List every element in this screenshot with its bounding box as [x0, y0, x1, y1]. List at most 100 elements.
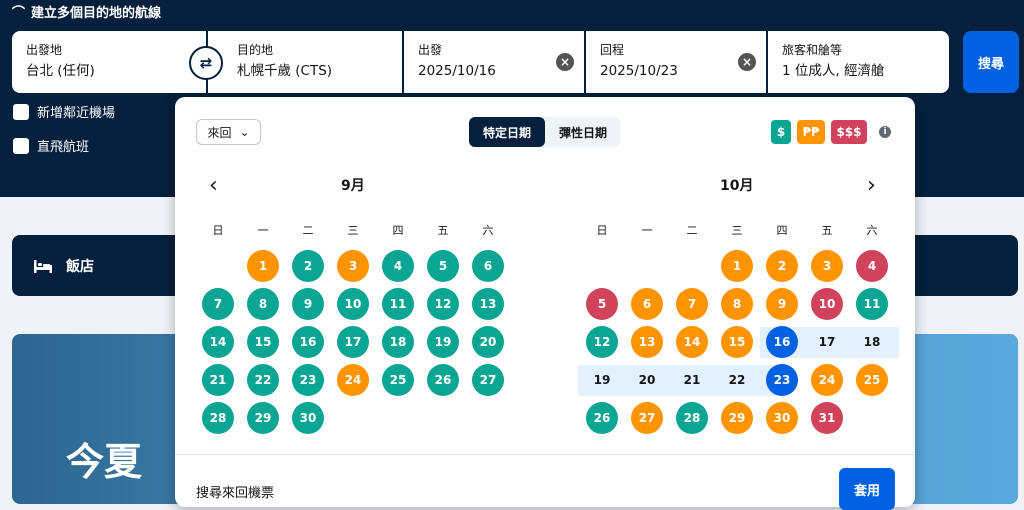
date-picker-dropdown: 來回 ⌄ 特定日期 彈性日期 $ ₱₱ $$$ i ‹ › 9月 10月 日 一 二…: [175, 97, 915, 510]
search-round-trip-text: 搜尋來回機票: [196, 486, 275, 501]
calendar-day[interactable]: 15: [247, 326, 279, 358]
calendar-day[interactable]: 31: [811, 402, 843, 434]
calendar-day[interactable]: 8: [247, 288, 279, 320]
calendar-day[interactable]: 27: [472, 364, 504, 396]
calendar-day[interactable]: 19: [427, 326, 459, 358]
clear-depart-icon[interactable]: ×: [556, 53, 574, 71]
calendar-day[interactable]: 14: [202, 326, 234, 358]
calendar-day[interactable]: 7: [202, 288, 234, 320]
month-title-right: 10月: [720, 178, 754, 194]
travellers-field[interactable]: 旅客和艙等 1 位成人, 經濟艙: [768, 31, 949, 93]
calendar-day[interactable]: 2: [292, 250, 324, 282]
calendar-day[interactable]: 21: [676, 364, 708, 396]
calendar-day[interactable]: 7: [676, 288, 708, 320]
calendar-day[interactable]: 11: [856, 288, 888, 320]
calendar-day[interactable]: 23: [766, 364, 798, 396]
calendar-day[interactable]: 26: [427, 364, 459, 396]
weekday-label: 一: [257, 224, 269, 237]
destination-field[interactable]: 目的地 札幌千歲 (CTS): [208, 31, 402, 93]
calendar-day[interactable]: 13: [472, 288, 504, 320]
calendar-day[interactable]: 3: [811, 250, 843, 282]
calendar-day[interactable]: 4: [856, 250, 888, 282]
calendar-day[interactable]: 10: [337, 288, 369, 320]
prev-month-icon[interactable]: ‹: [209, 175, 218, 197]
travellers-value: 1 位成人, 經濟艙: [782, 63, 885, 79]
calendar-day[interactable]: 25: [856, 364, 888, 396]
weekday-label: 日: [596, 224, 608, 237]
calendar-day[interactable]: 20: [631, 364, 663, 396]
calendar-day[interactable]: 17: [337, 326, 369, 358]
calendar-day[interactable]: 21: [202, 364, 234, 396]
calendar-day[interactable]: 28: [202, 402, 234, 434]
calendar-day[interactable]: 1: [721, 250, 753, 282]
calendar-day[interactable]: 10: [811, 288, 843, 320]
destination-label: 目的地: [237, 43, 274, 57]
calendar-day[interactable]: 16: [292, 326, 324, 358]
calendar-day[interactable]: 29: [247, 402, 279, 434]
calendar-day[interactable]: 1: [247, 250, 279, 282]
calendar-day[interactable]: 30: [292, 402, 324, 434]
calendar-day[interactable]: 30: [766, 402, 798, 434]
info-icon[interactable]: i: [879, 126, 891, 138]
calendar-day[interactable]: 23: [292, 364, 324, 396]
calendar-day[interactable]: 4: [382, 250, 414, 282]
calendar-day[interactable]: 6: [631, 288, 663, 320]
calendar-day[interactable]: 24: [337, 364, 369, 396]
trip-type-value: 來回: [207, 125, 232, 140]
trip-type-select[interactable]: 來回 ⌄: [196, 119, 261, 145]
calendar-day[interactable]: 24: [811, 364, 843, 396]
calendar-day[interactable]: 28: [676, 402, 708, 434]
calendar-day[interactable]: 12: [586, 326, 618, 358]
next-month-icon[interactable]: ›: [867, 175, 876, 197]
nearby-airports-checkbox[interactable]: 新增鄰近機場: [13, 102, 115, 121]
calendar-day[interactable]: 11: [382, 288, 414, 320]
return-field[interactable]: 回程 2025/10/23 ×: [586, 31, 766, 93]
calendar-day[interactable]: 29: [721, 402, 753, 434]
chevron-down-icon: ⌄: [239, 125, 250, 139]
calendar-day[interactable]: 2: [766, 250, 798, 282]
checkbox-box[interactable]: [13, 103, 29, 120]
calendar-day[interactable]: 18: [382, 326, 414, 358]
nearby-airports-label: 新增鄰近機場: [37, 106, 116, 121]
tab-flexible-dates[interactable]: 彈性日期: [545, 117, 621, 147]
banner-heading: 今夏: [66, 440, 143, 484]
direct-flights-checkbox[interactable]: 直飛航班: [13, 136, 89, 155]
calendar-day[interactable]: 9: [292, 288, 324, 320]
calendar-day[interactable]: 6: [472, 250, 504, 282]
weekday-label: 三: [731, 224, 743, 237]
clear-return-icon[interactable]: ×: [738, 53, 756, 71]
calendar-day[interactable]: 19: [586, 364, 618, 396]
depart-value: 2025/10/16: [418, 63, 496, 79]
calendar-day[interactable]: 18: [856, 326, 888, 358]
calendar-day[interactable]: 5: [427, 250, 459, 282]
calendar-day[interactable]: 5: [586, 288, 618, 320]
calendar-day[interactable]: 14: [676, 326, 708, 358]
calendar-day[interactable]: 12: [427, 288, 459, 320]
calendar-day[interactable]: 27: [631, 402, 663, 434]
divider: [175, 454, 915, 455]
checkbox-box[interactable]: [13, 137, 29, 154]
calendar-day[interactable]: 25: [382, 364, 414, 396]
calendar-day[interactable]: 15: [721, 326, 753, 358]
depart-field[interactable]: 出發 2025/10/16 ×: [404, 31, 584, 93]
calendar-day[interactable]: 17: [811, 326, 843, 358]
calendar-day[interactable]: 13: [631, 326, 663, 358]
calendar-day[interactable]: 22: [721, 364, 753, 396]
tab-specific-dates[interactable]: 特定日期: [469, 117, 545, 147]
calendar-day[interactable]: 26: [586, 402, 618, 434]
return-value: 2025/10/23: [600, 63, 678, 79]
calendar-day[interactable]: 3: [337, 250, 369, 282]
origin-value: 台北 (任何): [26, 63, 95, 79]
apply-button[interactable]: 套用: [839, 468, 895, 510]
route-icon: ⌒: [12, 6, 26, 21]
depart-label: 出發: [418, 43, 443, 57]
calendar-day[interactable]: 16: [766, 326, 798, 358]
search-button[interactable]: 搜尋: [963, 31, 1019, 93]
multi-city-link[interactable]: ⌒ 建立多個目的地的航線: [12, 2, 161, 21]
calendar-day[interactable]: 22: [247, 364, 279, 396]
calendar-day[interactable]: 8: [721, 288, 753, 320]
calendar-day[interactable]: 20: [472, 326, 504, 358]
swap-icon[interactable]: ⇄: [189, 46, 223, 80]
calendar-day[interactable]: 9: [766, 288, 798, 320]
origin-field[interactable]: 出發地 台北 (任何): [12, 31, 206, 93]
